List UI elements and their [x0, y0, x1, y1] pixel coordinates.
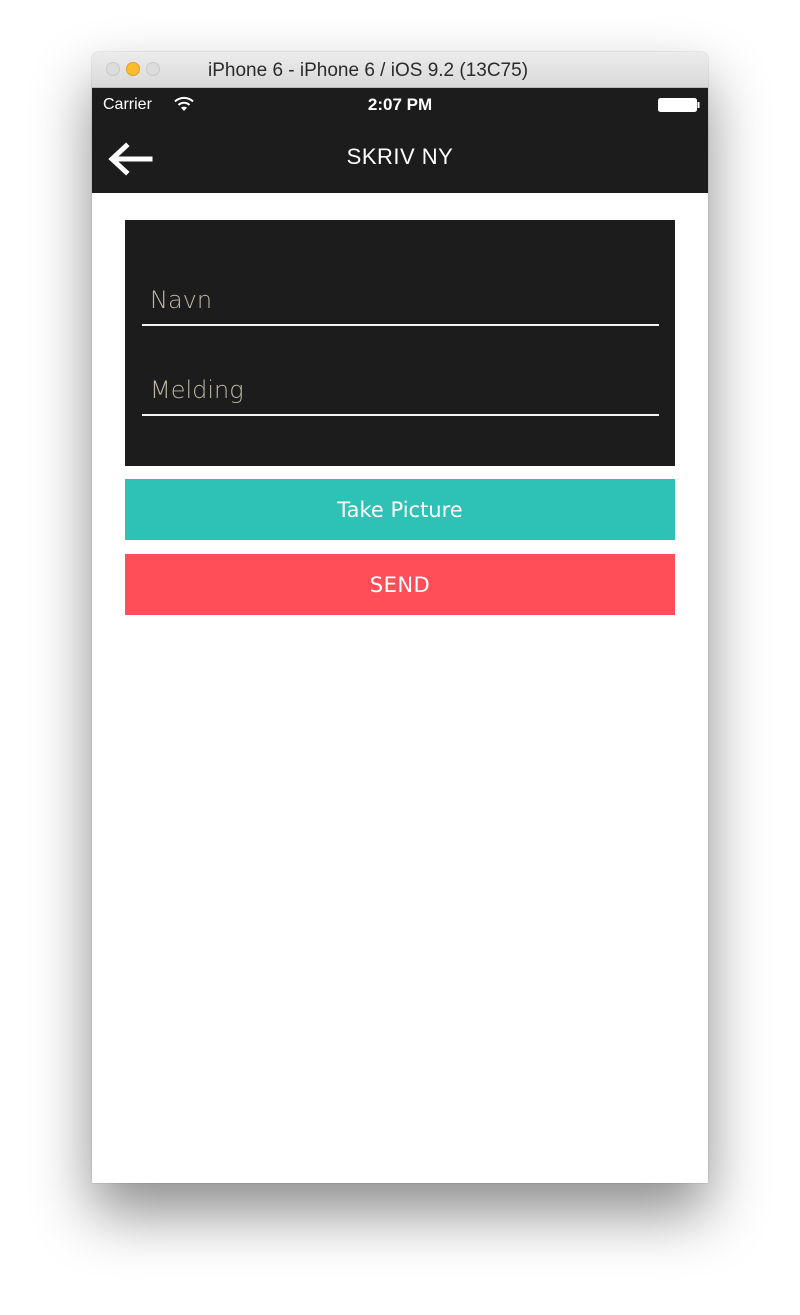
status-time: 2:07 PM: [367, 95, 433, 114]
status-bar: Carrier 2:07 PM: [92, 88, 708, 122]
message-input[interactable]: [142, 366, 659, 416]
send-button[interactable]: SEND: [125, 554, 675, 615]
phone-screen: Carrier 2:07 PM SKRIV NY Navn Melding Ta…: [92, 88, 708, 1183]
window-title: iPhone 6 - iPhone 6 / iOS 9.2 (13C75): [208, 60, 529, 81]
close-window-button[interactable]: [106, 62, 120, 76]
zoom-window-button[interactable]: [146, 62, 160, 76]
minimize-window-button[interactable]: [126, 62, 140, 76]
message-form: [125, 220, 675, 466]
battery-icon: [658, 98, 700, 112]
navigation-bar: SKRIV NY: [92, 122, 708, 193]
window-titlebar: iPhone 6 - iPhone 6 / iOS 9.2 (13C75): [92, 52, 708, 88]
name-input[interactable]: [142, 276, 659, 326]
simulator-window: iPhone 6 - iPhone 6 / iOS 9.2 (13C75) Ca…: [92, 52, 708, 1183]
take-picture-button[interactable]: Take Picture: [125, 479, 675, 540]
stage: iPhone 6 - iPhone 6 / iOS 9.2 (13C75) Ca…: [0, 0, 800, 1315]
page-title: SKRIV NY: [346, 144, 454, 169]
